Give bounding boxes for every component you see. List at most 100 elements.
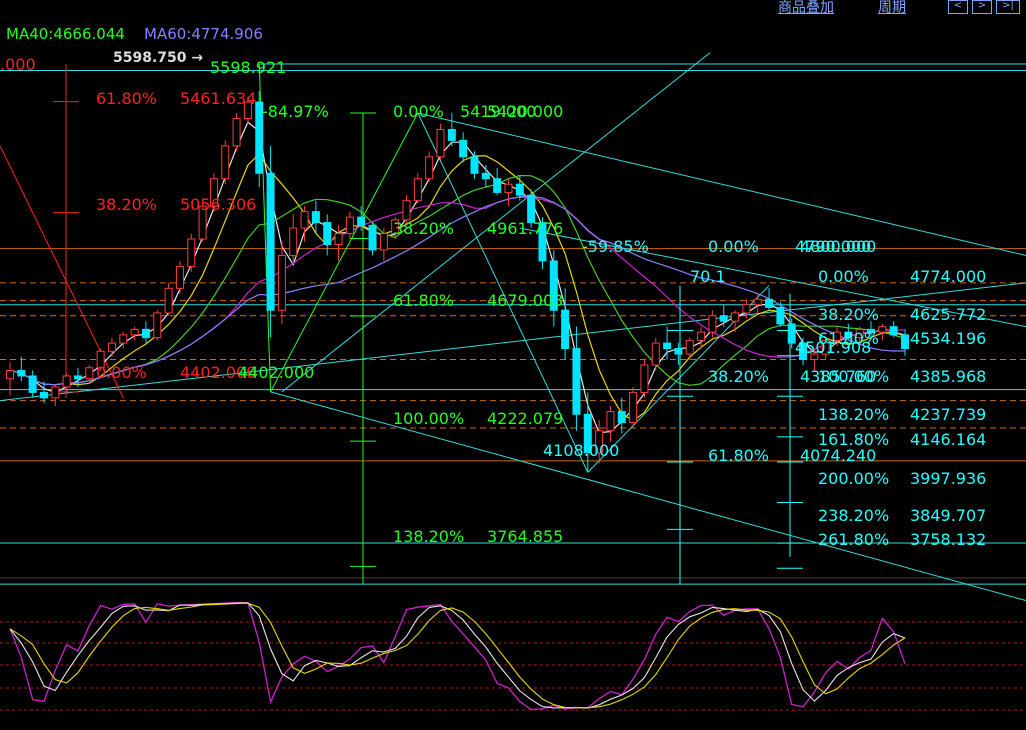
candle-body xyxy=(561,309,570,350)
fibonacci-labels: .000 61.80% 5461.634 38.20% 5056.306 0.00% 440… xyxy=(0,50,986,549)
oscillator-panel xyxy=(9,601,906,711)
candle-body xyxy=(130,328,139,336)
fib-percent-label: 38.20% xyxy=(393,219,454,238)
candle-body xyxy=(572,348,581,415)
candle-body xyxy=(73,375,82,380)
kline-chart[interactable]: .000 61.80% 5461.634 38.20% 5056.306 0.00% 440… xyxy=(0,0,1026,726)
candle-body xyxy=(300,211,309,229)
candle-body xyxy=(6,369,14,380)
candle-body xyxy=(232,117,241,147)
peak-marker-label: 5598.750 → xyxy=(113,50,203,66)
candle-body xyxy=(266,172,275,311)
fib-percent-label: 38.20% xyxy=(96,195,157,214)
candle-body xyxy=(334,233,343,245)
fib-percent-label: 0.00% xyxy=(708,237,759,256)
candle-body xyxy=(470,156,479,174)
fib-percent-label: 0.00% xyxy=(818,267,869,286)
candle-body xyxy=(17,369,26,377)
fib-price-label: 4385.968 xyxy=(910,367,986,386)
candle-body xyxy=(674,348,683,355)
fib-price-label: 4625.772 xyxy=(910,305,986,324)
candle-body xyxy=(436,128,445,158)
candle-body xyxy=(141,328,150,339)
candle-body xyxy=(640,364,649,393)
nav-next-button[interactable]: > xyxy=(972,0,992,14)
fib-percent-label: 4501.908 xyxy=(795,338,871,357)
candle-body xyxy=(708,315,717,333)
candle-body xyxy=(402,200,411,221)
candle-body xyxy=(901,334,909,350)
candle-body xyxy=(311,211,320,224)
fib-percent-label: 4402.000 xyxy=(238,363,314,382)
candle-body xyxy=(776,306,785,325)
candle-body xyxy=(697,331,706,341)
fib-percent-label: 138.20% xyxy=(818,405,889,424)
candle-body xyxy=(221,145,230,180)
period-link[interactable]: 周期 xyxy=(878,0,906,17)
fib-percent-label: 238.20% xyxy=(818,506,889,525)
candle-body xyxy=(663,342,672,350)
fib-percent-label: 70.1 xyxy=(690,267,726,286)
fib-percent-label: 200.00% xyxy=(818,469,889,488)
candle-body xyxy=(323,222,332,245)
candle-body xyxy=(62,375,71,388)
fib-percent-label: 61.80% xyxy=(393,291,454,310)
fib-percent-label: .000 xyxy=(0,55,36,74)
candle-body xyxy=(119,334,128,344)
fib-percent-label: 4790.000 xyxy=(795,237,871,256)
candle-body xyxy=(175,265,184,289)
fib-percent-label: -59.85% xyxy=(582,237,649,256)
candle-body xyxy=(289,227,298,256)
candle-body xyxy=(357,216,366,226)
fib-price-label: 4074.240 xyxy=(800,446,876,465)
fib-percent-label: 5598.921 xyxy=(210,58,286,77)
fib-price-label: 3997.936 xyxy=(910,469,986,488)
candle-body xyxy=(187,238,196,267)
fib-percent-label: 5419.000 xyxy=(460,102,536,121)
nav-prev-button[interactable]: < xyxy=(948,0,968,14)
candle-body xyxy=(617,411,626,424)
candle-body xyxy=(107,342,116,352)
fib-percent-label: -84.97% xyxy=(262,102,329,121)
candle-body xyxy=(719,315,728,322)
candle-body xyxy=(493,178,502,193)
chart-canvas[interactable]: .000 61.80% 5461.634 38.20% 5056.306 0.00% 440… xyxy=(0,0,1026,726)
candle-body xyxy=(753,298,762,306)
fib-price-label: 4774.000 xyxy=(910,267,986,286)
candle-body xyxy=(606,411,615,432)
candle-body xyxy=(459,139,468,158)
fib-percent-label: 0.00% xyxy=(96,363,147,382)
fib-percent-label: 0.00% xyxy=(393,102,444,121)
candle-body xyxy=(85,367,94,380)
candle-body xyxy=(878,326,887,333)
candle-body xyxy=(368,224,377,251)
fib-price-label: 4679.003 xyxy=(487,291,563,310)
nav-last-button[interactable]: >| xyxy=(996,0,1020,14)
fibonacci-lines xyxy=(53,64,803,585)
fib-price-label: 5056.306 xyxy=(180,195,256,214)
fib-price-label: 5461.634 xyxy=(180,89,256,108)
candle-body xyxy=(731,312,740,322)
candle-body xyxy=(651,342,660,366)
candle-body xyxy=(889,326,898,336)
fib-percent-label: 100.00% xyxy=(393,409,464,428)
fib-price-label: 4222.079 xyxy=(487,409,563,428)
fib-price-label: 3758.132 xyxy=(910,530,986,549)
add-product-link[interactable]: 商品叠加 xyxy=(778,0,834,17)
candle-body xyxy=(447,128,456,141)
candle-body xyxy=(51,386,60,399)
fib-price-label: 4961.776 xyxy=(487,219,563,238)
candle-body xyxy=(39,391,48,399)
fib-percent-label: 261.80% xyxy=(818,530,889,549)
candle-body xyxy=(379,233,388,251)
candle-body xyxy=(481,172,490,180)
candle-body xyxy=(515,183,524,196)
ma60-label: MA60:4774.906 xyxy=(144,25,263,43)
candle-body xyxy=(504,183,513,193)
candle-body xyxy=(765,298,774,308)
fib-price-label: 4237.739 xyxy=(910,405,986,424)
ma40-label: MA40:4666.044 xyxy=(6,25,125,43)
candle-body xyxy=(153,312,162,339)
candle-body xyxy=(345,216,354,235)
candle-body xyxy=(413,178,422,202)
